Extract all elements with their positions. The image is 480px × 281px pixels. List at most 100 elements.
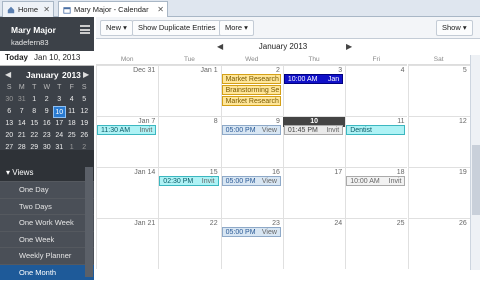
day-cell[interactable]: 15 bbox=[158, 167, 221, 218]
tab-calendar[interactable]: Mary Major - Calendar ✕ bbox=[58, 1, 168, 17]
calendar-event[interactable]: 05:00 PM View bbox=[221, 125, 281, 135]
calendar-event[interactable]: 05:00 PM View bbox=[221, 227, 281, 237]
day-cell[interactable]: 4 bbox=[345, 65, 408, 116]
close-icon[interactable]: ✕ bbox=[157, 5, 164, 14]
mini-day[interactable]: 15 bbox=[28, 118, 41, 130]
event-label: 05:00 PM bbox=[225, 229, 256, 236]
mini-day[interactable]: 10 bbox=[53, 106, 66, 118]
mini-prev-icon[interactable]: ◀ bbox=[5, 70, 11, 79]
mini-day[interactable]: 31 bbox=[16, 94, 29, 106]
mini-day[interactable]: 24 bbox=[53, 130, 66, 142]
calendar-event[interactable]: Brainstorming Se bbox=[221, 85, 281, 95]
day-number: 18 bbox=[396, 169, 405, 176]
close-icon[interactable]: ✕ bbox=[43, 5, 50, 14]
day-number: 15 bbox=[209, 169, 218, 176]
mini-day[interactable]: 7 bbox=[16, 106, 29, 118]
day-cell[interactable]: 8 bbox=[158, 116, 221, 167]
view-one-day[interactable]: One Day bbox=[0, 181, 94, 198]
view-one-work-week[interactable]: One Work Week bbox=[0, 214, 94, 231]
day-cell[interactable]: Jan 1 bbox=[158, 65, 221, 116]
mini-day[interactable]: 5 bbox=[78, 94, 91, 106]
mini-dow: T bbox=[32, 84, 37, 91]
day-cell[interactable]: Jan 14 bbox=[96, 167, 159, 218]
view-one-week[interactable]: One Week bbox=[0, 230, 94, 248]
show-button[interactable]: Show ▾ bbox=[436, 20, 473, 36]
day-cell[interactable]: Dec 31 bbox=[96, 65, 159, 116]
calendar-event[interactable]: 02:30 PM Invit bbox=[159, 176, 219, 186]
mini-day[interactable]: 21 bbox=[16, 130, 29, 142]
mini-day[interactable]: 16 bbox=[41, 118, 54, 130]
mini-day[interactable]: 26 bbox=[78, 130, 91, 142]
day-cell[interactable]: 24 bbox=[282, 218, 346, 269]
calendar-event[interactable]: 10:00 AM Jan bbox=[283, 74, 344, 84]
new-button[interactable]: New ▾ bbox=[100, 20, 133, 36]
day-cell[interactable]: 11 bbox=[345, 116, 408, 167]
day-cell[interactable]: 26 bbox=[407, 218, 470, 269]
day-number: Jan 7 bbox=[138, 118, 156, 125]
day-cell[interactable]: 5 bbox=[407, 65, 470, 116]
calendar-event[interactable]: 11:30 AM Invit bbox=[97, 125, 157, 135]
calendar-event[interactable]: 05:00 PM View bbox=[221, 176, 281, 186]
day-cell[interactable]: Jan 7 bbox=[96, 116, 159, 167]
mini-day[interactable]: 14 bbox=[16, 118, 29, 130]
mini-day[interactable]: 18 bbox=[66, 118, 79, 130]
mini-day[interactable]: 13 bbox=[3, 118, 16, 130]
mini-day[interactable]: 11 bbox=[66, 106, 79, 118]
views-header[interactable]: ▾ Views bbox=[0, 165, 94, 181]
show-duplicate-entries-button[interactable]: Show Duplicate Entries bbox=[132, 20, 222, 36]
sidebar: Mary Major kadefern83 Today Jan 10, 2013… bbox=[0, 17, 94, 280]
mini-day[interactable]: 12 bbox=[78, 106, 91, 118]
view-two-days[interactable]: Two Days bbox=[0, 197, 94, 215]
day-cell[interactable]: 25 bbox=[345, 218, 408, 269]
mini-day[interactable]: 25 bbox=[66, 130, 79, 142]
mini-day[interactable]: 2 bbox=[41, 94, 54, 106]
day-cell[interactable]: 19 bbox=[407, 167, 470, 218]
day-cell[interactable]: Jan 21 bbox=[96, 218, 159, 269]
mini-next-icon[interactable]: ▶ bbox=[83, 70, 89, 79]
mini-day[interactable]: 4 bbox=[66, 94, 79, 106]
calendar-scrollbar[interactable] bbox=[470, 55, 480, 270]
mini-day[interactable]: 6 bbox=[3, 106, 16, 118]
event-label: 02:30 PM bbox=[163, 178, 194, 185]
next-month-icon[interactable]: ▶ bbox=[346, 39, 352, 55]
calendar-event[interactable]: 01:45 PM Invit bbox=[283, 125, 344, 135]
view-weekly-planner[interactable]: Weekly Planner bbox=[0, 247, 94, 264]
mini-day[interactable]: 23 bbox=[41, 130, 54, 142]
more-button[interactable]: More ▾ bbox=[219, 20, 254, 36]
prev-month-icon[interactable]: ◀ bbox=[217, 39, 223, 55]
day-cell[interactable]: 12 bbox=[407, 116, 470, 167]
day-of-week-header: Tue bbox=[158, 55, 221, 65]
mini-day[interactable]: 22 bbox=[28, 130, 41, 142]
tab-home[interactable]: Home ✕ bbox=[2, 1, 54, 17]
day-number: 17 bbox=[334, 169, 343, 176]
calendar-event[interactable]: Market Research bbox=[221, 96, 281, 106]
mini-day[interactable]: 30 bbox=[3, 94, 16, 106]
mini-day[interactable]: 19 bbox=[78, 118, 91, 130]
calendar-event[interactable]: Market Research bbox=[221, 74, 281, 84]
event-label: 05:00 PM bbox=[225, 127, 256, 134]
mini-day[interactable]: 8 bbox=[28, 106, 41, 118]
day-cell[interactable]: 22 bbox=[158, 218, 221, 269]
today-button[interactable]: Today bbox=[5, 53, 28, 62]
day-cell[interactable]: 3 bbox=[282, 65, 346, 116]
mini-day[interactable]: 20 bbox=[3, 130, 16, 142]
sidebar-scrollbar[interactable] bbox=[85, 167, 93, 277]
mini-day[interactable]: 1 bbox=[28, 94, 41, 106]
mini-week-row: 30 31 1 2 3 4 5 bbox=[3, 94, 91, 106]
day-number: Jan 21 bbox=[134, 220, 156, 227]
day-cell[interactable]: 17 bbox=[282, 167, 346, 218]
mini-day[interactable]: 3 bbox=[53, 94, 66, 106]
scrollbar-thumb[interactable] bbox=[472, 145, 480, 215]
day-cell[interactable]: 9 bbox=[220, 116, 283, 167]
menu-icon[interactable] bbox=[80, 25, 90, 34]
calendar-event[interactable]: 10:00 AM Invit bbox=[346, 176, 406, 186]
day-number: 24 bbox=[334, 220, 343, 227]
day-cell[interactable]: 23 bbox=[220, 218, 283, 269]
day-cell[interactable]: 16 bbox=[220, 167, 283, 218]
day-cell[interactable]: 10 bbox=[282, 116, 346, 167]
view-one-month[interactable]: One Month bbox=[0, 263, 94, 280]
calendar-event[interactable]: Dentist bbox=[346, 125, 406, 135]
mini-day[interactable]: 9 bbox=[41, 106, 54, 118]
mini-day[interactable]: 17 bbox=[53, 118, 66, 130]
day-cell[interactable]: 18 bbox=[345, 167, 408, 218]
